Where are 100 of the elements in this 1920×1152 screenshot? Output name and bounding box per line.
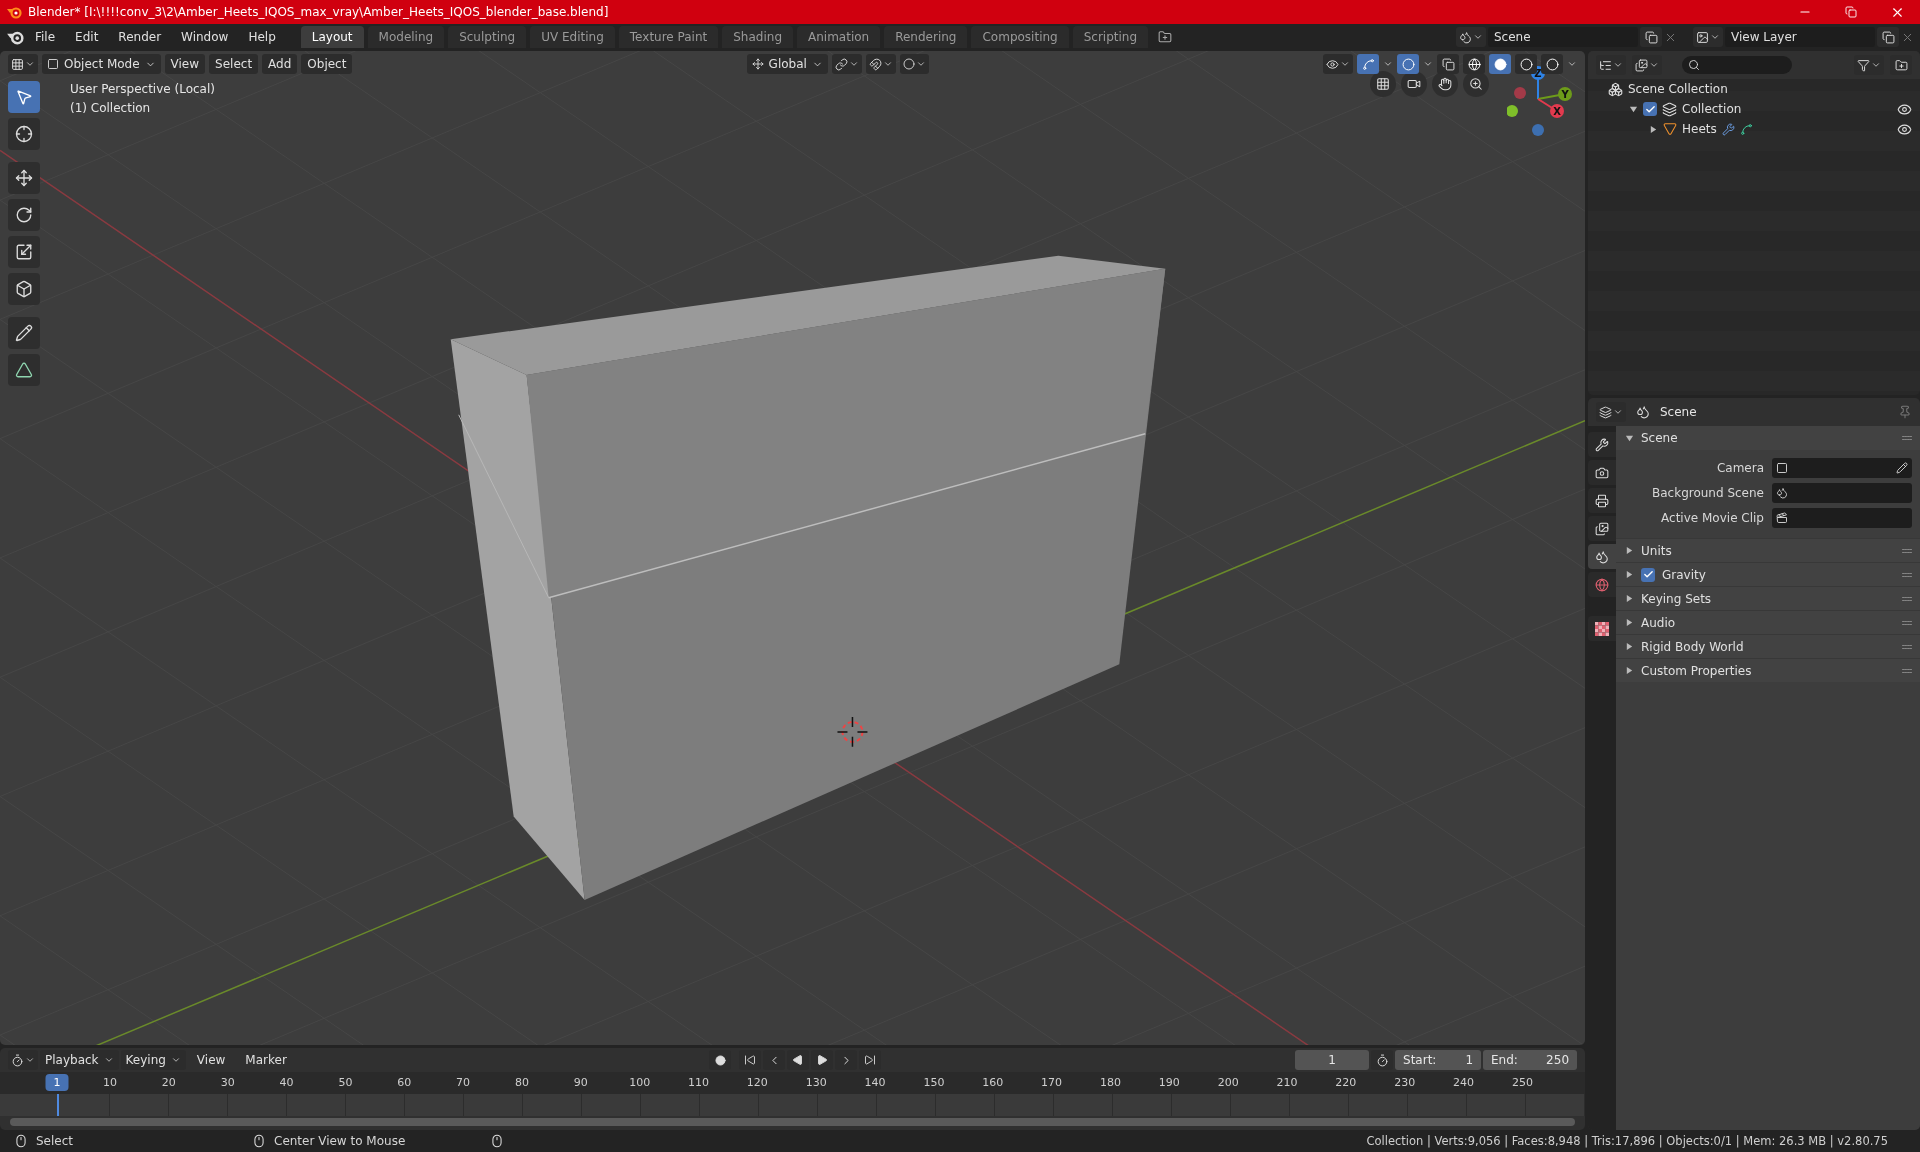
play-button[interactable] <box>811 1050 834 1070</box>
expand-caret-icon[interactable] <box>1624 642 1634 651</box>
workspace-tab[interactable]: Scripting <box>1072 26 1149 48</box>
filter-button[interactable] <box>1854 55 1884 75</box>
tool-button[interactable] <box>8 162 40 194</box>
workspace-tab[interactable]: Texture Paint <box>618 26 719 48</box>
negative-axis-handle[interactable] <box>1507 105 1518 117</box>
visibility-button[interactable] <box>1323 54 1353 74</box>
overlay-toggle[interactable] <box>1397 54 1419 74</box>
exclude-checkbox[interactable] <box>1643 102 1657 116</box>
current-frame-field[interactable]: 1 <box>1295 1050 1369 1070</box>
tool-button[interactable] <box>8 273 40 305</box>
perspective-button[interactable] <box>1370 71 1396 97</box>
header-menu[interactable]: Object <box>301 54 353 74</box>
properties-tab[interactable] <box>1588 516 1616 541</box>
editor-type-button[interactable] <box>1596 55 1626 75</box>
scene-selector[interactable] <box>1456 27 1486 47</box>
expand-caret-icon[interactable] <box>1624 546 1634 555</box>
tool-button[interactable] <box>8 317 40 349</box>
timeline-dropdown[interactable]: Playback <box>40 1050 119 1070</box>
negative-axis-handle[interactable] <box>1514 87 1526 99</box>
tool-button[interactable] <box>8 354 40 386</box>
outliner-label[interactable]: Heets <box>1682 122 1717 136</box>
jump-start-button[interactable] <box>739 1050 762 1070</box>
workspace-tab[interactable]: Layout <box>300 26 364 48</box>
new-scene-button[interactable] <box>1640 27 1662 47</box>
add-workspace-icon[interactable] <box>1158 30 1173 44</box>
checkbox[interactable] <box>1641 567 1655 582</box>
scrollbar[interactable] <box>10 1118 1575 1126</box>
properties-tab[interactable] <box>1588 432 1616 457</box>
properties-tab[interactable] <box>1588 460 1616 485</box>
mode-dropdown[interactable]: Object Mode <box>42 54 161 74</box>
timeline-track[interactable] <box>0 1094 1585 1116</box>
outliner-label[interactable]: Scene Collection <box>1628 82 1728 96</box>
workspace-tab[interactable]: Animation <box>797 26 881 48</box>
expand-caret-icon[interactable] <box>1628 104 1638 114</box>
view-layer-field[interactable]: View Layer <box>1725 27 1875 47</box>
editor-type-button[interactable] <box>8 1050 38 1070</box>
panel-header[interactable]: Rigid Body World <box>1616 634 1920 658</box>
panel-header[interactable]: Custom Properties <box>1616 658 1920 682</box>
workspace-tab[interactable]: Shading <box>722 26 793 48</box>
data-field[interactable] <box>1772 458 1912 478</box>
menu-item[interactable]: Render <box>109 27 171 47</box>
menu-item[interactable]: File <box>26 27 65 47</box>
editor-type-button[interactable] <box>1596 402 1626 422</box>
properties-tab[interactable] <box>1588 544 1616 569</box>
scene-field[interactable]: Scene <box>1488 27 1638 47</box>
timeline-dropdown[interactable]: Keying <box>120 1050 186 1070</box>
menu-item[interactable]: Edit <box>66 27 108 47</box>
menu-item[interactable]: Help <box>239 27 285 47</box>
workspace-tab[interactable]: Modeling <box>367 26 445 48</box>
workspace-tab[interactable]: Sculpting <box>448 26 527 48</box>
pivot-button[interactable] <box>831 54 862 74</box>
gizmo-toggle[interactable] <box>1357 54 1379 74</box>
caret-icon[interactable] <box>1423 59 1433 69</box>
timeline-menu[interactable]: View <box>187 1050 235 1070</box>
app-logo-icon[interactable] <box>6 29 24 45</box>
panel-header[interactable]: Units <box>1616 538 1920 562</box>
negative-axis-handle[interactable] <box>1532 124 1544 136</box>
new-collection-button[interactable] <box>1890 55 1912 75</box>
header-menu[interactable]: View <box>164 54 206 74</box>
current-frame-indicator[interactable]: 1 <box>45 1074 69 1091</box>
panel-header[interactable]: Audio <box>1616 610 1920 634</box>
display-mode-button[interactable] <box>1632 55 1662 75</box>
start-frame-field[interactable]: Start: 1 <box>1395 1050 1481 1070</box>
expand-caret-icon[interactable] <box>1624 618 1634 627</box>
panel-header[interactable]: Gravity <box>1616 562 1920 586</box>
snap-button[interactable] <box>865 54 896 74</box>
record-button[interactable] <box>709 1050 732 1070</box>
expand-caret-icon[interactable] <box>1624 666 1634 675</box>
expand-caret-icon[interactable] <box>1624 433 1634 443</box>
expand-caret-icon[interactable] <box>1648 124 1658 134</box>
outliner-label[interactable]: Collection <box>1682 102 1742 116</box>
proportional-button[interactable] <box>899 54 929 74</box>
preview-range-button[interactable] <box>1371 1050 1393 1070</box>
caret-icon[interactable] <box>1383 59 1393 69</box>
jump-end-button[interactable] <box>859 1050 882 1070</box>
shading-button[interactable] <box>1489 54 1511 74</box>
tool-button[interactable] <box>8 118 40 150</box>
view-layer-selector[interactable] <box>1693 27 1723 47</box>
frame-ruler[interactable]: 1 10 20 30 40 50 60 70 80 90 100 110 120 130 140 150 160 170 180 190 200 210 220 230 240 250 <box>0 1072 1585 1094</box>
pin-icon[interactable] <box>1898 405 1912 419</box>
header-menu[interactable]: Select <box>209 54 259 74</box>
tool-button[interactable] <box>8 236 40 268</box>
data-field[interactable] <box>1772 508 1912 528</box>
shading-button[interactable] <box>1463 54 1485 74</box>
workspace-tab[interactable]: Rendering <box>884 26 968 48</box>
panel-header[interactable]: Scene <box>1616 426 1920 450</box>
panel-header[interactable]: Keying Sets <box>1616 586 1920 610</box>
shading-button[interactable] <box>1541 54 1563 74</box>
orientation-dropdown[interactable]: Global <box>746 54 828 74</box>
tool-button[interactable] <box>8 199 40 231</box>
data-field[interactable] <box>1772 483 1912 503</box>
end-frame-field[interactable]: End: 250 <box>1483 1050 1577 1070</box>
play-reverse-button[interactable] <box>787 1050 810 1070</box>
menu-item[interactable]: Window <box>172 27 238 47</box>
eye-icon[interactable] <box>1897 121 1912 137</box>
xray-toggle[interactable] <box>1437 54 1459 74</box>
editor-type-button[interactable] <box>8 54 38 74</box>
workspace-tab[interactable]: Compositing <box>971 26 1069 48</box>
